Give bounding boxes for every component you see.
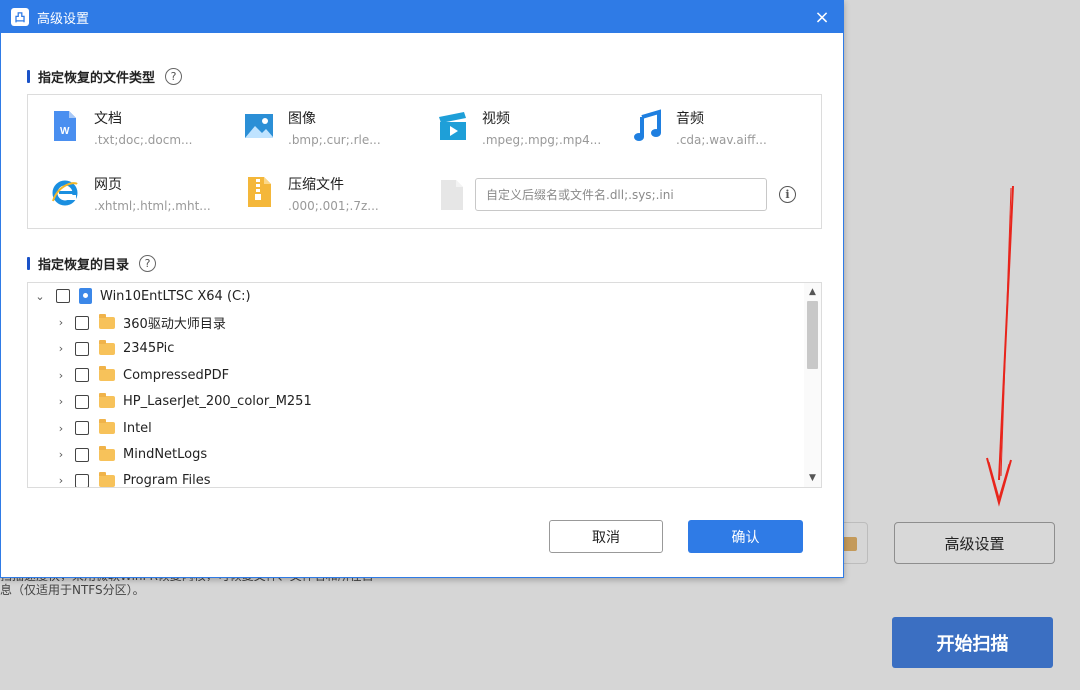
chevron-right-icon[interactable]: › <box>54 448 68 461</box>
folder-icon <box>99 471 115 487</box>
file-type-name: 图像 <box>288 111 316 127</box>
tree-row[interactable]: › Intel <box>28 415 821 441</box>
file-type-ext: .000;.001;.7z... <box>288 199 379 213</box>
file-type-name: 视频 <box>482 111 510 127</box>
app-logo-icon: 凸 <box>11 8 29 26</box>
file-type-name: 压缩文件 <box>288 177 344 193</box>
file-type-archive[interactable]: 压缩文件 .000;.001;.7z... <box>244 175 379 217</box>
file-type-video[interactable]: 视频 .mpeg;.mpg;.mp4... <box>438 109 601 151</box>
file-type-ext: .mpeg;.mpg;.mp4... <box>482 133 602 147</box>
checkbox[interactable] <box>75 473 89 487</box>
file-type-ext: .txt;doc;.docm... <box>94 133 193 147</box>
folder-label: MindNetLogs <box>123 447 208 463</box>
folder-label: Intel <box>123 420 152 436</box>
tree-row[interactable]: › 2345Pic <box>28 336 821 362</box>
checkbox[interactable] <box>75 315 89 330</box>
help-icon[interactable]: ? <box>139 255 157 272</box>
tree-row[interactable]: › CompressedPDF <box>28 362 821 388</box>
start-scan-button[interactable]: 开始扫描 <box>892 617 1053 668</box>
folder-icon <box>99 445 115 461</box>
chevron-right-icon[interactable]: › <box>54 369 68 382</box>
folder-label: 2345Pic <box>123 341 175 357</box>
video-icon <box>438 109 468 143</box>
document-icon: W <box>50 109 80 143</box>
folder-icon <box>99 392 115 408</box>
file-type-name: 网页 <box>94 177 122 193</box>
scan-description-line2: 息（仅适用于NTFS分区）。 <box>0 583 145 597</box>
file-types-title-text: 指定恢复的文件类型 <box>38 71 156 86</box>
file-type-ext: .bmp;.cur;.rle... <box>288 133 381 147</box>
folder-icon <box>99 339 115 355</box>
tree-scrollbar[interactable]: ▲ ▼ <box>804 283 821 487</box>
file-type-audio[interactable]: 音频 .cda;.wav.aiff... <box>632 109 767 151</box>
svg-text:W: W <box>60 126 70 137</box>
chevron-right-icon[interactable]: › <box>54 422 68 435</box>
file-type-image[interactable]: 图像 .bmp;.cur;.rle... <box>244 109 381 151</box>
ie-icon <box>50 175 80 209</box>
folder-label: 360驱动大师目录 <box>123 317 226 333</box>
checkbox[interactable] <box>75 447 89 462</box>
scroll-thumb[interactable] <box>807 301 818 369</box>
tree-root-row[interactable]: ⌄ Win10EntLTSC X64 (C:) <box>28 283 821 309</box>
folder-label: HP_LaserJet_200_color_M251 <box>123 394 312 410</box>
checkbox[interactable] <box>75 421 89 436</box>
folder-icon <box>99 366 115 382</box>
chevron-down-icon[interactable]: ⌄ <box>33 290 47 303</box>
confirm-button[interactable]: 确认 <box>688 520 803 553</box>
file-type-ext: .cda;.wav.aiff... <box>676 133 767 147</box>
chevron-right-icon[interactable]: › <box>54 342 68 355</box>
chevron-right-icon[interactable]: › <box>54 316 68 329</box>
tree-row[interactable]: › HP_LaserJet_200_color_M251 <box>28 389 821 415</box>
dialog-titlebar: 凸 高级设置 × <box>1 1 843 33</box>
info-icon[interactable]: i <box>779 186 796 203</box>
drive-icon <box>79 288 92 305</box>
folder-icon <box>99 419 115 435</box>
chevron-right-icon[interactable]: › <box>54 395 68 408</box>
advanced-settings-button[interactable]: 高级设置 <box>894 522 1055 564</box>
directory-title-text: 指定恢复的目录 <box>38 258 130 273</box>
app-window: 扫描速度快，采用微软WinFR恢复内核，可恢复文件、文件名和所在目 息（仅适用于… <box>0 0 1080 690</box>
tree-row[interactable]: › Program Files <box>28 468 821 488</box>
chevron-up-icon[interactable]: ▲ <box>804 285 821 299</box>
file-type-name: 文档 <box>94 111 122 127</box>
advanced-settings-dialog: 凸 高级设置 × 指定恢复的文件类型 ? W 文档 .txt;doc;.docm… <box>0 0 844 578</box>
tree-row[interactable]: › MindNetLogs <box>28 441 821 467</box>
directory-section-title: 指定恢复的目录 ? <box>27 254 157 273</box>
chevron-right-icon[interactable]: › <box>54 474 68 487</box>
zip-icon <box>244 175 274 209</box>
file-type-ext: .xhtml;.html;.mht... <box>94 199 211 213</box>
checkbox[interactable] <box>75 394 89 409</box>
folder-icon <box>99 313 115 329</box>
file-types-section-title: 指定恢复的文件类型 ? <box>27 67 183 86</box>
custom-extension-input[interactable] <box>475 178 767 211</box>
checkbox[interactable] <box>75 341 89 356</box>
checkbox[interactable] <box>56 289 70 304</box>
tree-root-label: Win10EntLTSC X64 (C:) <box>100 288 251 304</box>
close-icon[interactable]: × <box>811 7 833 28</box>
tree-row[interactable]: › 360驱动大师目录 <box>28 309 821 335</box>
checkbox[interactable] <box>75 368 89 383</box>
help-icon[interactable]: ? <box>165 68 183 85</box>
red-arrow-annotation <box>986 185 1014 507</box>
folder-label: Program Files <box>123 473 211 488</box>
file-types-panel: W 文档 .txt;doc;.docm... 图像 .bmp;.cur;.rle… <box>27 94 822 229</box>
chevron-down-icon[interactable]: ▼ <box>804 471 821 485</box>
music-icon <box>632 109 662 143</box>
directory-tree: ⌄ Win10EntLTSC X64 (C:) › 360驱动大师目录 › 23… <box>27 282 822 488</box>
file-type-name: 音频 <box>676 111 704 127</box>
blank-file-icon <box>438 179 468 213</box>
file-type-webpage[interactable]: 网页 .xhtml;.html;.mht... <box>50 175 211 217</box>
folder-label: CompressedPDF <box>123 367 230 383</box>
image-icon <box>244 109 274 143</box>
file-type-document[interactable]: W 文档 .txt;doc;.docm... <box>50 109 192 151</box>
section-marker <box>27 70 30 83</box>
section-marker <box>27 257 30 270</box>
cancel-button[interactable]: 取消 <box>549 520 663 553</box>
dialog-title: 高级设置 <box>37 11 90 27</box>
